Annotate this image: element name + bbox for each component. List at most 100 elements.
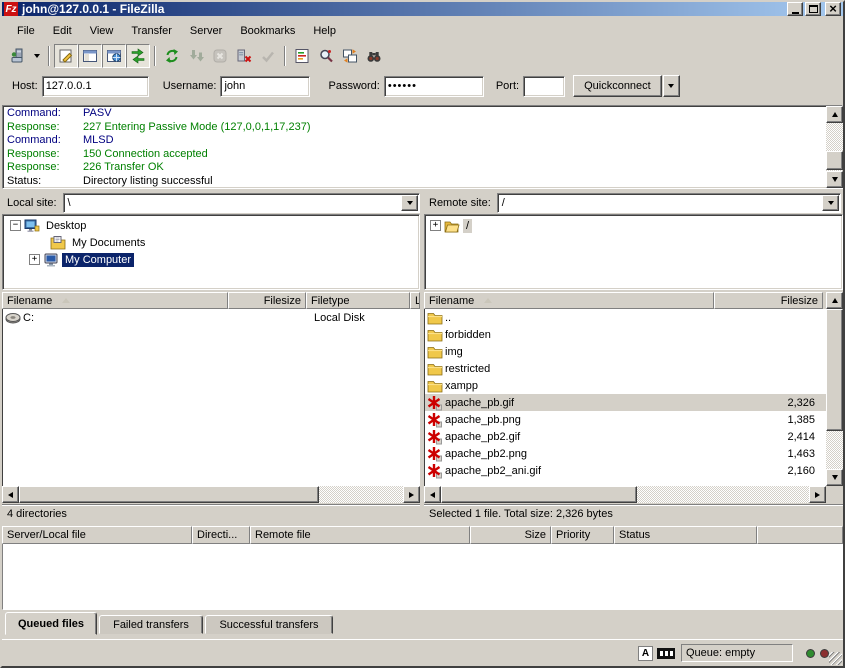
- filter-button[interactable]: [290, 44, 314, 68]
- synchronized-browsing-button[interactable]: [338, 44, 362, 68]
- remote-file-row[interactable]: apache_pb2_ani.gif 2,160: [425, 462, 826, 479]
- tree-item-root[interactable]: /: [425, 217, 842, 234]
- local-file-list[interactable]: C: Local Disk: [2, 309, 420, 486]
- remote-file-name: forbidden: [445, 329, 491, 341]
- scroll-left-button[interactable]: [2, 486, 19, 503]
- scroll-left-button[interactable]: [424, 486, 441, 503]
- queue-column-server-local-file[interactable]: Server/Local file: [2, 526, 192, 544]
- remote-file-name: apache_pb.png: [445, 414, 521, 426]
- password-input[interactable]: [384, 76, 484, 97]
- local-site-dropdown[interactable]: [401, 195, 418, 211]
- remote-status-text: Selected 1 file. Total size: 2,326 bytes: [429, 508, 613, 520]
- menu-server[interactable]: Server: [181, 23, 231, 39]
- directory-comparison-button[interactable]: [314, 44, 338, 68]
- toggle-message-log-button[interactable]: [54, 44, 78, 68]
- menu-transfer[interactable]: Transfer: [122, 23, 181, 39]
- tab-successful-transfers[interactable]: Successful transfers: [205, 615, 333, 634]
- local-column-filesize[interactable]: Filesize: [228, 292, 306, 309]
- remote-file-list[interactable]: .. forbidden img restricted xampp apache…: [424, 309, 826, 486]
- local-tree[interactable]: Desktop My Documents My Computer: [2, 214, 420, 290]
- toggle-remote-tree-button[interactable]: [102, 44, 126, 68]
- remote-site-dropdown[interactable]: [822, 195, 839, 211]
- process-queue-icon: [188, 48, 204, 64]
- remote-tree[interactable]: /: [424, 214, 843, 290]
- toggle-local-tree-button[interactable]: [78, 44, 102, 68]
- menu-view[interactable]: View: [81, 23, 123, 39]
- queue-column-priority[interactable]: Priority: [551, 526, 614, 544]
- close-button[interactable]: [825, 2, 841, 16]
- disconnect-button[interactable]: [232, 44, 256, 68]
- quickconnect-dropdown[interactable]: [663, 75, 680, 97]
- queue-column-direction[interactable]: Directi...: [192, 526, 250, 544]
- scrollbar-thumb[interactable]: [441, 486, 637, 503]
- local-file-row[interactable]: C: Local Disk: [3, 309, 420, 326]
- toggle-queue-button[interactable]: [126, 44, 150, 68]
- quickconnect-button[interactable]: Quickconnect: [573, 75, 662, 97]
- message-log[interactable]: Command:PASV Response:227 Entering Passi…: [2, 105, 843, 189]
- remote-hscrollbar[interactable]: [424, 486, 826, 503]
- menu-file[interactable]: File: [8, 23, 44, 39]
- menu-edit[interactable]: Edit: [44, 23, 81, 39]
- tree-item-my-documents[interactable]: My Documents: [3, 234, 419, 251]
- process-queue-button[interactable]: [184, 44, 208, 68]
- remote-column-filename[interactable]: Filename: [424, 292, 714, 309]
- reconnect-button[interactable]: [256, 44, 280, 68]
- remote-file-row[interactable]: forbidden: [425, 326, 826, 343]
- remote-file-row[interactable]: apache_pb2.gif 2,414: [425, 428, 826, 445]
- remote-vscrollbar[interactable]: [826, 292, 843, 486]
- remote-file-row[interactable]: xampp: [425, 377, 826, 394]
- queue-column-remote-file[interactable]: Remote file: [250, 526, 470, 544]
- scrollbar-thumb[interactable]: [826, 151, 843, 170]
- remote-file-row[interactable]: img: [425, 343, 826, 360]
- scroll-up-button[interactable]: [826, 106, 843, 123]
- site-manager-button[interactable]: [6, 44, 30, 68]
- menu-bookmarks[interactable]: Bookmarks: [231, 23, 304, 39]
- site-manager-dropdown[interactable]: [30, 44, 44, 68]
- remote-site-combobox[interactable]: /: [497, 193, 841, 213]
- host-input[interactable]: [42, 76, 149, 97]
- local-hscrollbar[interactable]: [2, 486, 420, 503]
- scroll-down-button[interactable]: [826, 469, 843, 486]
- maximize-button[interactable]: [805, 2, 821, 16]
- transfer-queue-icon: [130, 48, 146, 64]
- minimize-button[interactable]: [787, 2, 803, 16]
- queue-body[interactable]: [2, 544, 843, 610]
- queue-column-size[interactable]: Size: [470, 526, 551, 544]
- scroll-down-button[interactable]: [826, 171, 843, 188]
- local-column-last-modified[interactable]: L: [410, 292, 420, 309]
- resize-grip[interactable]: [829, 652, 842, 665]
- remote-column-filesize[interactable]: Filesize: [714, 292, 823, 309]
- queue-column-status[interactable]: Status: [614, 526, 757, 544]
- remote-file-row[interactable]: restricted: [425, 360, 826, 377]
- log-scrollbar[interactable]: [826, 106, 843, 188]
- scroll-right-button[interactable]: [809, 486, 826, 503]
- scrollbar-thumb[interactable]: [19, 486, 319, 503]
- menu-help[interactable]: Help: [304, 23, 345, 39]
- refresh-button[interactable]: [160, 44, 184, 68]
- remote-file-row-selected[interactable]: apache_pb.gif 2,326: [425, 394, 826, 411]
- collapse-icon[interactable]: [10, 220, 21, 231]
- find-files-button[interactable]: [362, 44, 386, 68]
- cancel-button[interactable]: [208, 44, 232, 68]
- expand-icon[interactable]: [29, 254, 40, 265]
- local-column-filename[interactable]: Filename: [2, 292, 228, 309]
- chevron-down-icon: [407, 201, 413, 205]
- remote-file-size: 1,385: [715, 414, 821, 426]
- username-label: Username:: [163, 80, 217, 92]
- remote-file-row[interactable]: ..: [425, 309, 826, 326]
- local-site-combobox[interactable]: \: [63, 193, 420, 213]
- local-column-filetype[interactable]: Filetype: [306, 292, 410, 309]
- port-input[interactable]: [523, 76, 565, 97]
- scrollbar-thumb[interactable]: [826, 309, 843, 431]
- tab-failed-transfers[interactable]: Failed transfers: [99, 615, 203, 634]
- remote-file-row[interactable]: apache_pb.png 1,385: [425, 411, 826, 428]
- tab-queued-files[interactable]: Queued files: [5, 612, 97, 635]
- title-bar[interactable]: Fz john@127.0.0.1 - FileZilla: [2, 2, 843, 16]
- tree-item-my-computer[interactable]: My Computer: [3, 251, 419, 268]
- tree-item-desktop[interactable]: Desktop: [3, 217, 419, 234]
- scroll-up-button[interactable]: [826, 292, 843, 309]
- scroll-right-button[interactable]: [403, 486, 420, 503]
- username-input[interactable]: [220, 76, 310, 97]
- expand-icon[interactable]: [430, 220, 441, 231]
- remote-file-row[interactable]: apache_pb2.png 1,463: [425, 445, 826, 462]
